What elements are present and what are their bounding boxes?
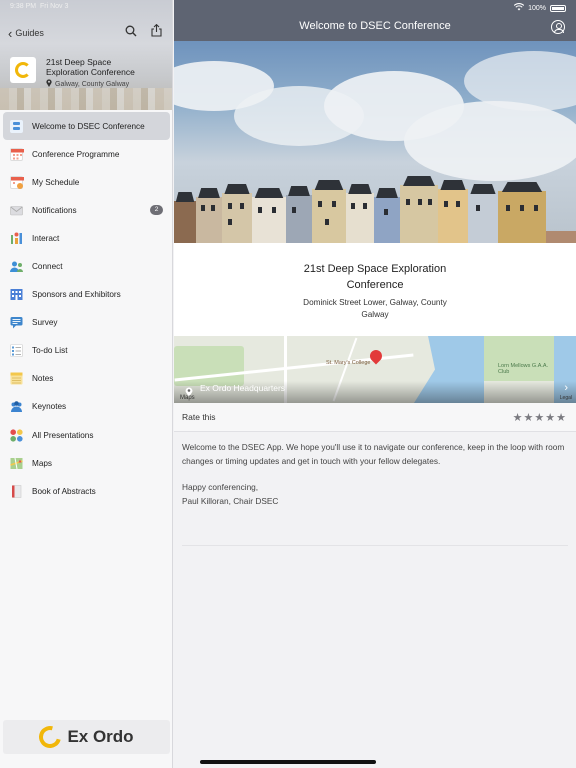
star-icon[interactable]: ★ <box>524 411 534 424</box>
sidebar-item-label: All Presentations <box>32 430 94 440</box>
notification-count-badge: 2 <box>150 205 163 216</box>
conference-logo <box>10 57 36 83</box>
book-icon <box>10 484 23 498</box>
guide-title: 21st Deep Space Exploration Conference <box>46 57 135 77</box>
welcome-message: Welcome to the DSEC App. We hope you'll … <box>174 432 576 508</box>
chevron-right-icon: › <box>564 382 568 394</box>
battery-icon <box>550 4 566 12</box>
sidebar-menu: Welcome to DSEC Conference Conference Pr… <box>0 110 172 505</box>
people-icon <box>10 400 23 413</box>
interact-icon <box>10 232 23 245</box>
chat-icon <box>10 316 23 329</box>
location-map[interactable]: St. Mary's College Lorn Mellows G.A.A. C… <box>174 336 576 403</box>
sidebar-item-conference-programme[interactable]: Conference Programme <box>0 140 172 168</box>
map-legal-link[interactable]: Legal <box>560 395 572 401</box>
wifi-icon <box>513 3 525 13</box>
sidebar-item-label: Conference Programme <box>32 149 120 159</box>
welcome-paragraph: Welcome to the DSEC App. We hope you'll … <box>182 442 565 466</box>
divider <box>182 545 568 546</box>
rating-stars[interactable]: ★ ★ ★ ★ ★ <box>513 411 566 424</box>
sidebar-item-label: Notifications <box>32 205 77 215</box>
sidebar-item-book-of-abstracts[interactable]: Book of Abstracts <box>0 477 172 505</box>
header-background-image <box>0 88 172 110</box>
maps-attribution: Maps <box>180 395 195 401</box>
checklist-icon <box>10 344 23 358</box>
star-icon[interactable]: ★ <box>545 411 555 424</box>
map-location-label: Ex Ordo Headquarters <box>200 383 286 393</box>
calendar-icon <box>10 147 24 161</box>
sidebar-item-label: Sponsors and Exhibitors <box>32 290 121 300</box>
conference-address: Dominick Street Lower, Galway, County Ga… <box>303 298 447 319</box>
welcome-icon <box>10 119 23 133</box>
conference-info: 21st Deep Space Exploration Conference D… <box>174 243 576 336</box>
sidebar-item-my-schedule[interactable]: My Schedule <box>0 168 172 196</box>
sidebar-item-sponsors[interactable]: Sponsors and Exhibitors <box>0 281 172 309</box>
share-icon[interactable] <box>151 23 162 42</box>
conference-title: 21st Deep Space Exploration Conference <box>303 263 447 291</box>
notes-icon <box>10 372 23 385</box>
guide-location: Galway, County Galway <box>46 79 146 89</box>
sidebar-item-todo-list[interactable]: To-do List <box>0 337 172 365</box>
back-to-guides-button[interactable]: ‹ Guides <box>8 25 44 41</box>
page-title: Welcome to DSEC Conference <box>299 20 451 32</box>
sidebar-item-notes[interactable]: Notes <box>0 365 172 393</box>
rate-row: Rate this ★ ★ ★ ★ ★ <box>174 403 576 432</box>
sidebar-item-maps[interactable]: Maps <box>0 449 172 477</box>
sidebar-item-label: Interact <box>32 233 60 243</box>
dots-icon <box>10 428 23 442</box>
sidebar-item-label: Welcome to DSEC Conference <box>32 121 145 131</box>
hero-image <box>174 41 576 243</box>
sidebar-item-connect[interactable]: Connect <box>0 252 172 280</box>
star-icon[interactable]: ★ <box>534 411 544 424</box>
sidebar-item-keynotes[interactable]: Keynotes <box>0 393 172 421</box>
sidebar-item-label: Book of Abstracts <box>32 486 96 496</box>
sidebar: ‹ Guides 21st Deep Space Exploration Con… <box>0 0 173 768</box>
ex-ordo-logo-icon <box>35 721 66 753</box>
star-icon[interactable]: ★ <box>513 411 523 424</box>
star-icon[interactable]: ★ <box>556 411 566 424</box>
sidebar-item-welcome[interactable]: Welcome to DSEC Conference <box>3 112 170 141</box>
battery-percent: 100% <box>528 4 546 12</box>
home-indicator[interactable] <box>200 760 376 764</box>
building-icon <box>10 288 23 301</box>
rate-label: Rate this <box>182 412 216 422</box>
sidebar-item-all-presentations[interactable]: All Presentations <box>0 421 172 449</box>
signoff-signature: Paul Killoran, Chair DSEC <box>182 495 279 506</box>
sidebar-header: ‹ Guides 21st Deep Space Exploration Con… <box>0 0 172 110</box>
signoff: Happy conferencing, Paul Killoran, Chair… <box>182 481 568 508</box>
sidebar-item-notifications[interactable]: Notifications 2 <box>0 196 172 224</box>
chevron-left-icon: ‹ <box>8 25 13 41</box>
sidebar-item-survey[interactable]: Survey <box>0 309 172 337</box>
back-label: Guides <box>15 28 44 38</box>
connect-icon <box>10 260 23 273</box>
envelope-icon <box>10 204 23 217</box>
sidebar-item-label: Maps <box>32 458 53 468</box>
status-right: 100% <box>513 3 566 13</box>
location-pin-icon <box>46 79 52 89</box>
schedule-icon <box>10 175 24 189</box>
search-icon[interactable] <box>125 24 137 42</box>
map-poi-label: St. Mary's College <box>326 360 371 366</box>
map-icon <box>10 457 23 470</box>
sidebar-item-label: Notes <box>32 374 54 384</box>
sidebar-item-label: My Schedule <box>32 177 80 187</box>
sidebar-item-label: Keynotes <box>32 402 67 412</box>
footer-brand-name: Ex Ordo <box>67 727 134 746</box>
sidebar-item-label: Survey <box>32 318 58 328</box>
guide-info: 21st Deep Space Exploration Conference G… <box>10 57 164 89</box>
signoff-greeting: Happy conferencing, <box>182 482 259 492</box>
location-marker-icon <box>185 384 193 397</box>
profile-icon[interactable] <box>551 20 565 34</box>
status-bar: 9:38 PM Fri Nov 3 100% <box>0 0 576 14</box>
sidebar-item-label: To-do List <box>32 346 68 356</box>
sidebar-item-label: Connect <box>32 262 63 272</box>
ex-ordo-footer[interactable]: Ex Ordo <box>3 720 170 754</box>
sidebar-item-interact[interactable]: Interact <box>0 224 172 252</box>
status-time: 9:38 PM Fri Nov 3 <box>10 3 69 10</box>
map-poi-label: Lorn Mellows G.A.A. Club <box>498 363 549 375</box>
main-content: Welcome to DSEC Conference 21st Deep Spa… <box>174 0 576 768</box>
